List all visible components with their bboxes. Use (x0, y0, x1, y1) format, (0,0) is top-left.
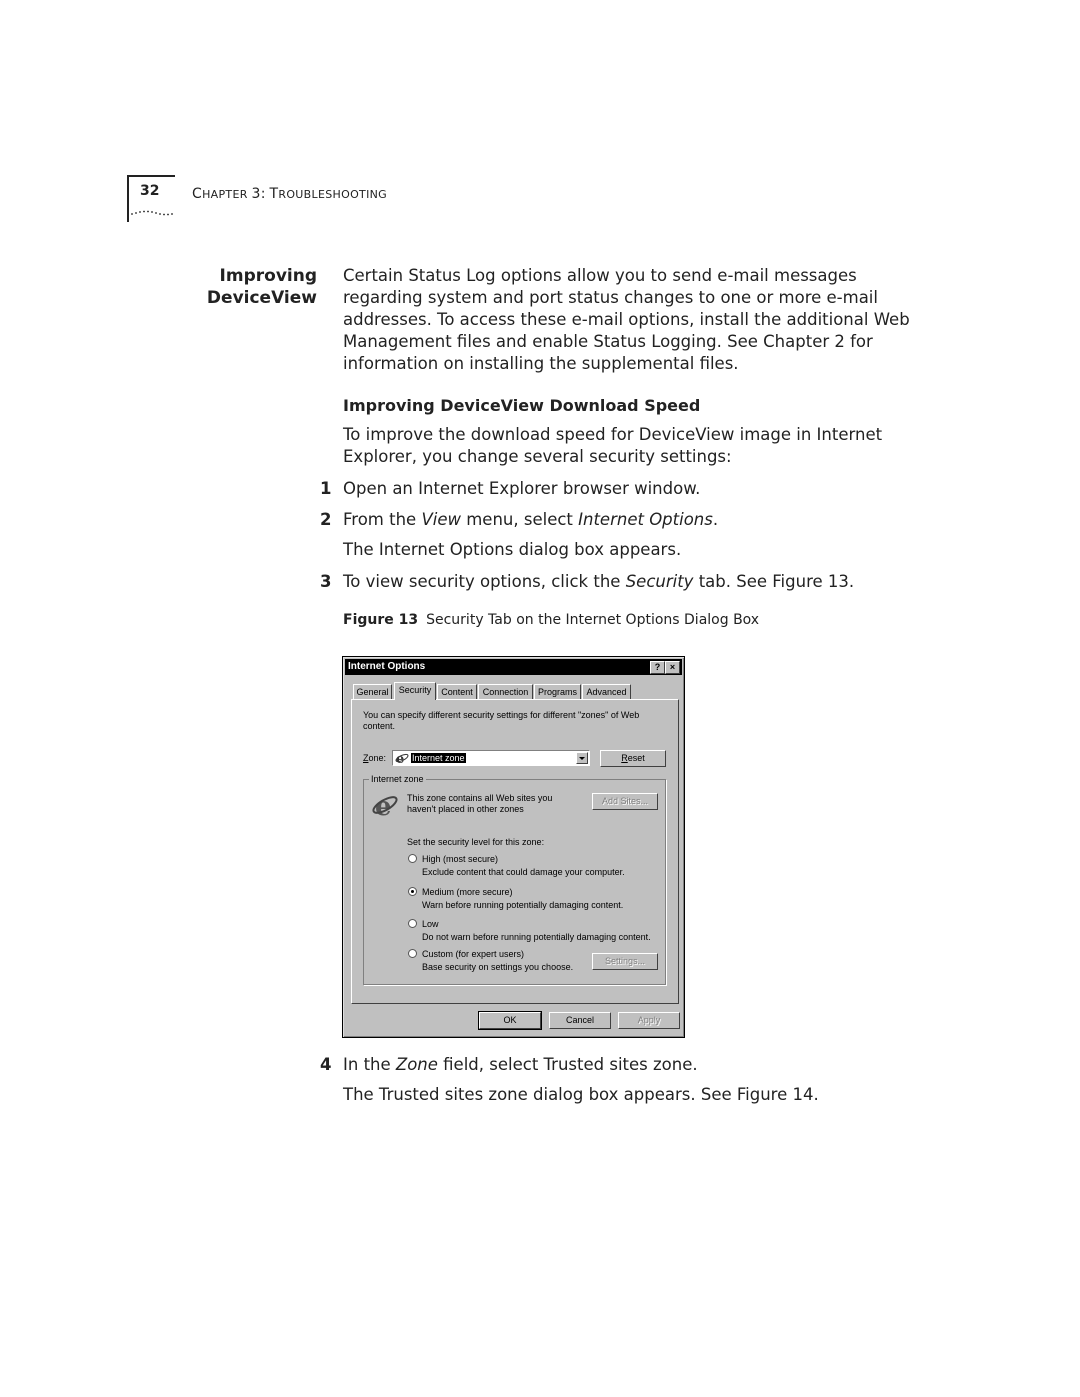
step-text: tab. See Figure 13. (693, 572, 855, 591)
page-number: 32 (140, 183, 160, 199)
step-text: In the (343, 1055, 396, 1074)
level-medium-label[interactable]: Medium (more secure) (422, 887, 513, 898)
step-2-note: The Internet Options dialog box appears. (343, 540, 682, 559)
ie-small-icon: e (395, 752, 409, 764)
step-text: Open an Internet Explorer browser window… (343, 479, 701, 498)
tab-general[interactable]: General (353, 684, 392, 699)
figure-caption: Figure 13 Security Tab on the Internet Op… (343, 612, 759, 628)
security-description: You can specify different security setti… (363, 710, 640, 731)
figure-caption-text: Security Tab on the Internet Options Dia… (426, 612, 760, 628)
zone-description: This zone contains all Web sites you hav… (407, 793, 552, 815)
add-sites-button[interactable]: Add Sites... (592, 793, 658, 810)
step-text: From the (343, 510, 422, 529)
cancel-button[interactable]: Cancel (549, 1012, 611, 1029)
radio-high[interactable] (408, 854, 417, 863)
side-heading-line-1: Improving (219, 266, 317, 286)
step-text: menu, select (460, 510, 579, 529)
dialog-titlebar: Internet Options ? × (345, 659, 682, 675)
tab-security[interactable]: Security (394, 682, 436, 700)
chapter-title: CHAPTER 3: TROUBLESHOOTING (192, 186, 387, 202)
level-high-desc: Exclude content that could damage your c… (422, 867, 625, 877)
level-prompt: Set the security level for this zone: (407, 837, 545, 847)
step-text: . (712, 510, 719, 529)
step-emphasis: View (421, 510, 461, 529)
figure-label: Figure 13 (343, 612, 419, 628)
internet-options-dialog: Internet Options ? × General Security Co… (342, 656, 685, 1038)
side-heading: Improving DeviceView (207, 265, 317, 309)
tab-advanced[interactable]: Advanced (582, 684, 631, 699)
step-emphasis: Internet Options (578, 510, 713, 529)
zone-group-label: Internet zone (369, 774, 426, 784)
step-number: 2 (320, 510, 332, 529)
subheading: Improving DeviceView Download Speed (343, 396, 701, 415)
apply-button[interactable]: Apply (618, 1012, 680, 1029)
tab-programs[interactable]: Programs (534, 684, 581, 699)
close-button[interactable]: × (665, 661, 680, 674)
level-custom-desc: Base security on settings you choose. (422, 962, 574, 972)
lead-paragraph: To improve the download speed for Device… (343, 425, 883, 466)
ok-button[interactable]: OK (478, 1011, 542, 1030)
settings-button[interactable]: Settings... (592, 953, 658, 970)
step-number: 3 (320, 572, 332, 591)
level-low-label[interactable]: Low (422, 919, 439, 930)
level-medium-desc: Warn before running potentially damaging… (422, 900, 624, 910)
level-custom-label[interactable]: Custom (for expert users) (422, 949, 524, 960)
step-3: 3 To view security options, click the Sec… (320, 571, 854, 593)
side-heading-line-2: DeviceView (206, 288, 317, 308)
step-4: 4 In the Zone field, select Trusted sites… (320, 1054, 698, 1076)
tab-connection[interactable]: Connection (478, 684, 533, 699)
intro-paragraph: Certain Status Log options allow you to … (343, 266, 910, 373)
radio-low[interactable] (408, 919, 417, 928)
zone-description-line-1: This zone contains all Web sites you (407, 793, 553, 803)
zone-description-line-2: haven't placed in other zones (407, 804, 524, 814)
step-4-note: The Trusted sites zone dialog box appear… (343, 1085, 819, 1104)
step-number: 4 (320, 1055, 332, 1074)
step-emphasis: Zone (395, 1055, 438, 1074)
help-button[interactable]: ? (650, 661, 665, 674)
header-dots-decoration (131, 210, 173, 216)
zone-select-value: Internet zone (411, 753, 466, 763)
step-text: field, select Trusted sites zone. (437, 1055, 698, 1074)
dialog-title: Internet Options (348, 661, 426, 672)
internet-explorer-icon: e (372, 792, 398, 818)
reset-button[interactable]: Reset (600, 750, 666, 767)
level-high-label[interactable]: High (most secure) (422, 854, 498, 865)
step-2: 2 From the View menu, select Internet Opt… (320, 509, 718, 531)
zone-label: Zone: (363, 753, 387, 763)
zone-dropdown-arrow-icon[interactable] (576, 752, 588, 764)
zone-select[interactable]: e Internet zone (392, 750, 590, 766)
radio-custom[interactable] (408, 949, 417, 958)
step-number: 1 (320, 479, 332, 498)
step-text: To view security options, click the (343, 572, 626, 591)
radio-medium[interactable] (408, 887, 417, 896)
tab-content[interactable]: Content (437, 684, 477, 699)
level-low-desc: Do not warn before running potentially d… (422, 932, 651, 942)
step-1: 1 Open an Internet Explorer browser windo… (320, 478, 700, 500)
step-emphasis: Security (625, 572, 694, 591)
